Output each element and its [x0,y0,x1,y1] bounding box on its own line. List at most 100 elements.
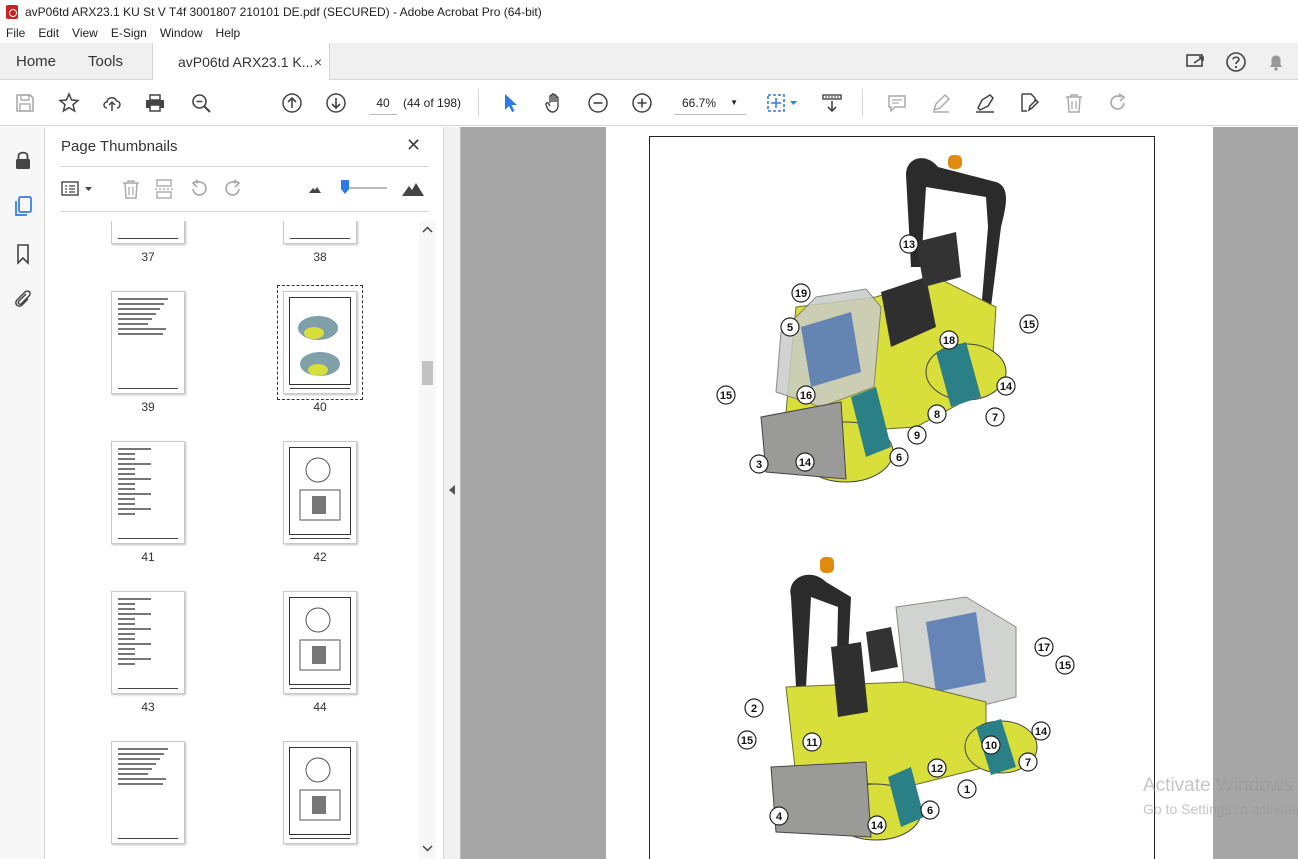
large-thumbnail-icon[interactable] [401,177,425,201]
menu-window[interactable]: Window [160,26,203,40]
notification-bell-icon[interactable] [1264,50,1288,74]
tab-close-button[interactable]: × [314,54,322,70]
delete-pages-icon[interactable] [119,177,143,201]
thumbnail-footer-line [290,538,350,539]
page-thumbnail[interactable] [111,591,185,694]
scroll-up-arrow-icon[interactable] [419,223,436,237]
edit-document-icon[interactable] [1017,91,1041,115]
zoom-out-icon[interactable] [586,91,610,115]
menu-esign[interactable]: E-Sign [111,26,147,40]
split-pages-icon[interactable] [152,177,176,201]
thumbnail-page-label: 42 [313,550,327,564]
collapse-panel-arrow-icon[interactable] [449,485,455,495]
page-thumbnail[interactable] [283,741,357,844]
panel-splitter[interactable] [443,127,461,859]
fit-page-icon[interactable] [766,91,800,115]
menu-view[interactable]: View [72,26,98,40]
print-icon[interactable] [143,91,167,115]
callout-marker: 14 [867,815,887,835]
thumbnail-page-label: 38 [313,250,327,264]
callout-marker: 14 [795,452,815,472]
document-view[interactable]: 13 19 5 18 15 14 15 16 8 7 9 14 6 3 17 15 2 11 14 15 10 12 7 1 6… [461,127,1298,859]
redo-icon[interactable] [1106,91,1130,115]
callout-number: 8 [934,409,940,421]
thumbnail-page-label: 39 [141,400,155,414]
callout-marker: 15 [716,385,736,405]
share-screen-icon[interactable] [1184,50,1208,74]
callout-number: 13 [903,239,915,251]
lock-security-icon[interactable] [11,148,35,172]
scroll-mode-icon[interactable] [820,91,844,115]
callout-number: 15 [720,390,732,402]
callout-marker: 15 [737,730,757,750]
callout-marker: 11 [802,732,822,752]
page-thumbnail[interactable] [111,291,185,394]
callout-number: 7 [1025,757,1031,769]
pdf-page: 13 19 5 18 15 14 15 16 8 7 9 14 6 3 17 15 2 11 14 15 10 12 7 1 6… [606,127,1213,859]
zoom-level-select[interactable]: 66.7% ▼ [674,91,746,115]
callout-marker: 4 [769,806,789,826]
tab-bar: Home Tools avP06td ARX23.1 K... × [0,43,1298,81]
thumbnail-footer-line [118,688,178,689]
save-icon[interactable] [13,91,37,115]
select-cursor-icon[interactable] [498,91,522,115]
callout-number: 2 [751,703,757,715]
bookmarks-icon[interactable] [11,242,35,266]
thumbnail-footer-line [118,838,178,839]
machine-illustrations: 1319518151415 168 7914 6317152111415 1012 716… [716,155,1075,841]
toolbar-divider [478,89,479,117]
page-thumbnail[interactable] [283,591,357,694]
callout-number: 6 [927,805,933,817]
zoom-in-icon[interactable] [630,91,654,115]
help-icon[interactable] [1224,50,1248,74]
menu-file[interactable]: File [6,26,25,40]
delete-trash-icon[interactable] [1062,91,1086,115]
window-title: avP06td ARX23.1 KU St V T4f 3001807 2101… [25,4,542,19]
thumbnail-footer-line [118,238,178,239]
scrollbar-thumb[interactable] [422,361,433,385]
callout-number: 10 [985,740,997,752]
thumbnail-page-label: 43 [141,700,155,714]
hand-tool-icon[interactable] [542,91,566,115]
thumbnail-options-menu[interactable] [59,177,97,201]
tab-home[interactable]: Home [16,43,56,80]
bookmark-star-icon[interactable] [57,91,81,115]
thumbnail-scrollbar[interactable] [419,221,436,859]
previous-page-icon[interactable] [280,91,304,115]
roller-machine-top [760,155,1007,483]
callout-marker: 2 [744,698,764,718]
next-page-icon[interactable] [324,91,348,115]
menu-edit[interactable]: Edit [38,26,59,40]
highlight-pen-icon[interactable] [929,91,953,115]
callout-number: 14 [799,457,812,469]
page-thumbnail[interactable] [111,441,185,544]
rotate-counterclockwise-icon[interactable] [187,177,211,201]
small-thumbnail-icon[interactable] [303,177,327,201]
upload-cloud-icon[interactable] [100,91,124,115]
thumbnail-page-label: 37 [141,250,155,264]
callout-number: 14 [1000,381,1013,393]
roller-machine-bottom [770,557,1038,841]
page-count: (44 of 198) [403,96,462,110]
tab-tools[interactable]: Tools [88,43,123,80]
zoom-search-icon[interactable] [189,91,213,115]
page-thumbnail[interactable] [111,741,185,844]
page-thumbnail[interactable] [283,441,357,544]
page-thumbnail[interactable] [283,221,357,244]
scroll-down-arrow-icon[interactable] [419,841,436,855]
draw-signature-icon[interactable] [973,91,997,115]
page-number-input[interactable]: 40 [369,91,397,115]
tab-document[interactable]: avP06td ARX23.1 K... × [152,43,330,81]
slider-handle[interactable] [341,180,349,194]
left-navigation-rail [0,127,45,859]
attachments-paperclip-icon[interactable] [11,287,35,311]
page-thumbnail[interactable] [111,221,185,244]
rotate-clockwise-icon[interactable] [221,177,245,201]
callout-number: 18 [943,335,955,347]
menu-help[interactable]: Help [216,26,241,40]
close-icon[interactable]: ✕ [406,135,421,156]
comment-icon[interactable] [885,91,909,115]
thumbnail-footer-line [290,838,350,839]
page-thumbnails-icon[interactable] [11,194,35,218]
panel-divider [60,166,429,167]
